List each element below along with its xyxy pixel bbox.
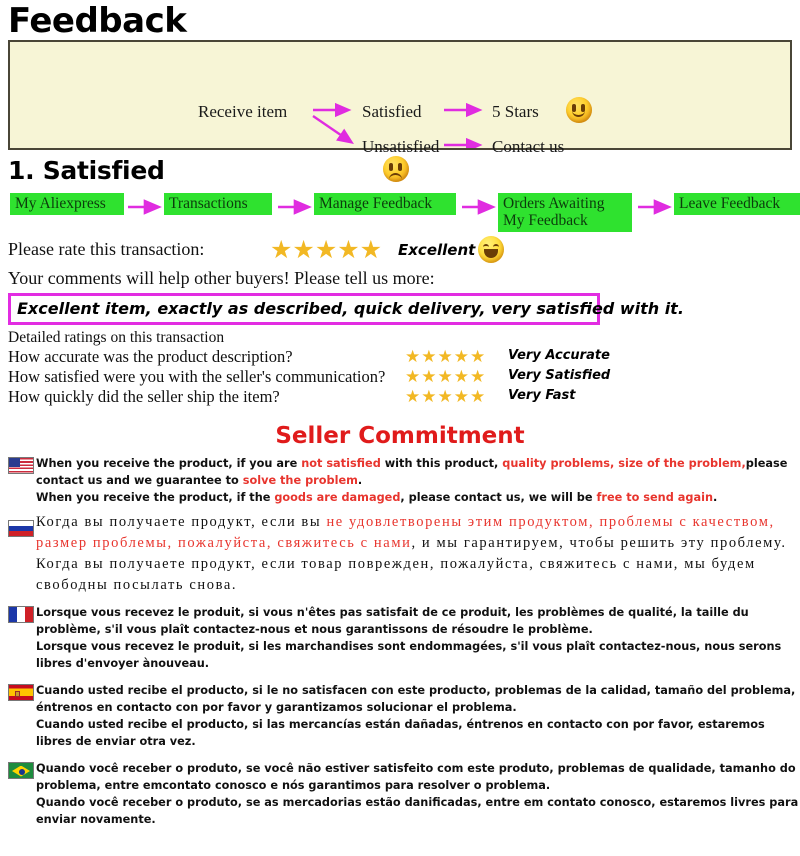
ru-flag-icon bbox=[8, 520, 34, 537]
rating-stars[interactable]: ★★★★★ bbox=[405, 387, 486, 407]
rating-row: How satisfied were you with the seller's… bbox=[8, 367, 800, 387]
detailed-ratings-title: Detailed ratings on this transaction bbox=[8, 329, 225, 346]
rating-question: How accurate was the product description… bbox=[8, 347, 293, 366]
feedback-flow-diagram: Receive item Satisfied 5 Stars Unsatisfi… bbox=[8, 40, 792, 182]
us-flag-icon bbox=[8, 457, 34, 474]
es-p2: Cuando usted recibe el producto, si las … bbox=[36, 718, 765, 748]
flow-node-contact-us: Contact us bbox=[492, 137, 565, 156]
en-p2-hl1: goods are damaged bbox=[274, 491, 401, 504]
feedback-steps-flow: My Aliexpress Transactions Manage Feedba… bbox=[6, 187, 800, 235]
step-box-manage-feedback[interactable]: Manage Feedback bbox=[314, 193, 456, 215]
commitment-text-english: When you receive the product, if you are… bbox=[36, 455, 800, 506]
commitment-block-russian: Когда вы получаете продукт, если вы не у… bbox=[0, 512, 800, 596]
br-flag-icon bbox=[8, 762, 34, 779]
en-p1-a: When you receive the product, if you are bbox=[36, 457, 302, 470]
rate-prompt-label: Please rate this transaction: bbox=[8, 239, 205, 259]
ru-p2: Когда вы получаете продукт, если товар п… bbox=[36, 556, 756, 593]
happy-face-icon bbox=[566, 97, 592, 123]
step-box-leave-feedback[interactable]: Leave Feedback bbox=[674, 193, 800, 215]
commitment-block-spanish: Cuando usted recibe el producto, si le n… bbox=[0, 682, 800, 750]
en-p2-a: When you receive the product, if the bbox=[36, 491, 275, 504]
commitment-text-spanish: Cuando usted recibe el producto, si le n… bbox=[36, 682, 800, 750]
fr-p2: Lorsque vous recevez le produit, si les … bbox=[36, 640, 782, 670]
flow-node-receive-item: Receive item bbox=[198, 102, 288, 121]
seller-commitment-title: Seller Commitment bbox=[275, 423, 525, 449]
rating-stars[interactable]: ★★★★★ bbox=[405, 367, 486, 387]
step-box-orders-awaiting-my-feedback[interactable]: Orders Awaiting My Feedback bbox=[498, 193, 632, 232]
rating-row: How accurate was the product description… bbox=[8, 347, 800, 367]
rating-row: How quickly did the seller ship the item… bbox=[8, 387, 800, 407]
commitment-text-portuguese: Quando você receber o produto, se você n… bbox=[36, 760, 800, 828]
br-p1: Quando você receber o produto, se você n… bbox=[36, 762, 796, 792]
fr-p1: Lorsque vous recevez le produit, si vous… bbox=[36, 606, 749, 636]
page-title: Feedback bbox=[8, 1, 187, 41]
en-p2-hl2: free to send again bbox=[596, 491, 713, 504]
ru-p1-a: Когда вы получаете продукт, если вы bbox=[36, 514, 327, 530]
detailed-ratings-block: Detailed ratings on this transaction How… bbox=[8, 329, 800, 407]
rating-label: Very Fast bbox=[508, 388, 576, 403]
flow-node-five-stars: 5 Stars bbox=[492, 102, 539, 121]
es-p1: Cuando usted recibe el producto, si le n… bbox=[36, 684, 796, 714]
overall-star-rating[interactable]: ★★★★★ bbox=[270, 235, 382, 264]
rating-question: How satisfied were you with the seller's… bbox=[8, 367, 386, 386]
commitment-text-russian: Когда вы получаете продукт, если вы не у… bbox=[36, 512, 800, 596]
commitment-text-french: Lorsque vous recevez le produit, si vous… bbox=[36, 604, 800, 672]
commitment-block-french: Lorsque vous recevez le produit, si vous… bbox=[0, 604, 800, 672]
rating-question: How quickly did the seller ship the item… bbox=[8, 387, 280, 406]
flow-node-satisfied: Satisfied bbox=[362, 102, 422, 121]
en-p1-d: . bbox=[357, 474, 363, 487]
en-p1-hl3: solve the problem bbox=[242, 474, 358, 487]
flow-arrows bbox=[312, 102, 483, 148]
br-p2: Quando você receber o produto, se as mer… bbox=[36, 796, 799, 826]
fr-flag-icon bbox=[8, 606, 34, 623]
es-flag-icon bbox=[8, 684, 34, 701]
commitment-block-portuguese: Quando você receber o produto, se você n… bbox=[0, 760, 800, 828]
comment-text-value: Excellent item, exactly as described, qu… bbox=[17, 299, 684, 318]
sad-face-icon bbox=[383, 156, 409, 182]
comments-prompt: Your comments will help other buyers! Pl… bbox=[8, 268, 435, 288]
rate-transaction-row: Please rate this transaction: ★★★★★ Exce… bbox=[8, 235, 800, 267]
step-box-my-aliexpress[interactable]: My Aliexpress bbox=[10, 193, 124, 215]
en-p2-b: , please contact us, we will be bbox=[400, 491, 597, 504]
commitment-block-english: When you receive the product, if you are… bbox=[0, 455, 800, 506]
en-p1-b: with this product, bbox=[380, 457, 503, 470]
en-p1-hl1: not satisfied bbox=[301, 457, 381, 470]
ru-p1-b: , и мы гарантируем, чтобы решить эту про… bbox=[411, 535, 787, 551]
rating-word-label: Excellent bbox=[398, 241, 476, 259]
flow-node-unsatisfied: Unsatisfied bbox=[362, 137, 440, 156]
step-box-transactions[interactable]: Transactions bbox=[164, 193, 272, 215]
en-p1-hl2: quality problems, size of the problem, bbox=[502, 457, 746, 470]
rating-label: Very Satisfied bbox=[508, 368, 611, 383]
grinning-face-icon bbox=[478, 236, 504, 263]
en-p2-c: . bbox=[713, 491, 718, 504]
comment-textbox[interactable]: Excellent item, exactly as described, qu… bbox=[8, 293, 684, 325]
rating-label: Very Accurate bbox=[508, 348, 610, 363]
rating-stars[interactable]: ★★★★★ bbox=[405, 347, 486, 367]
